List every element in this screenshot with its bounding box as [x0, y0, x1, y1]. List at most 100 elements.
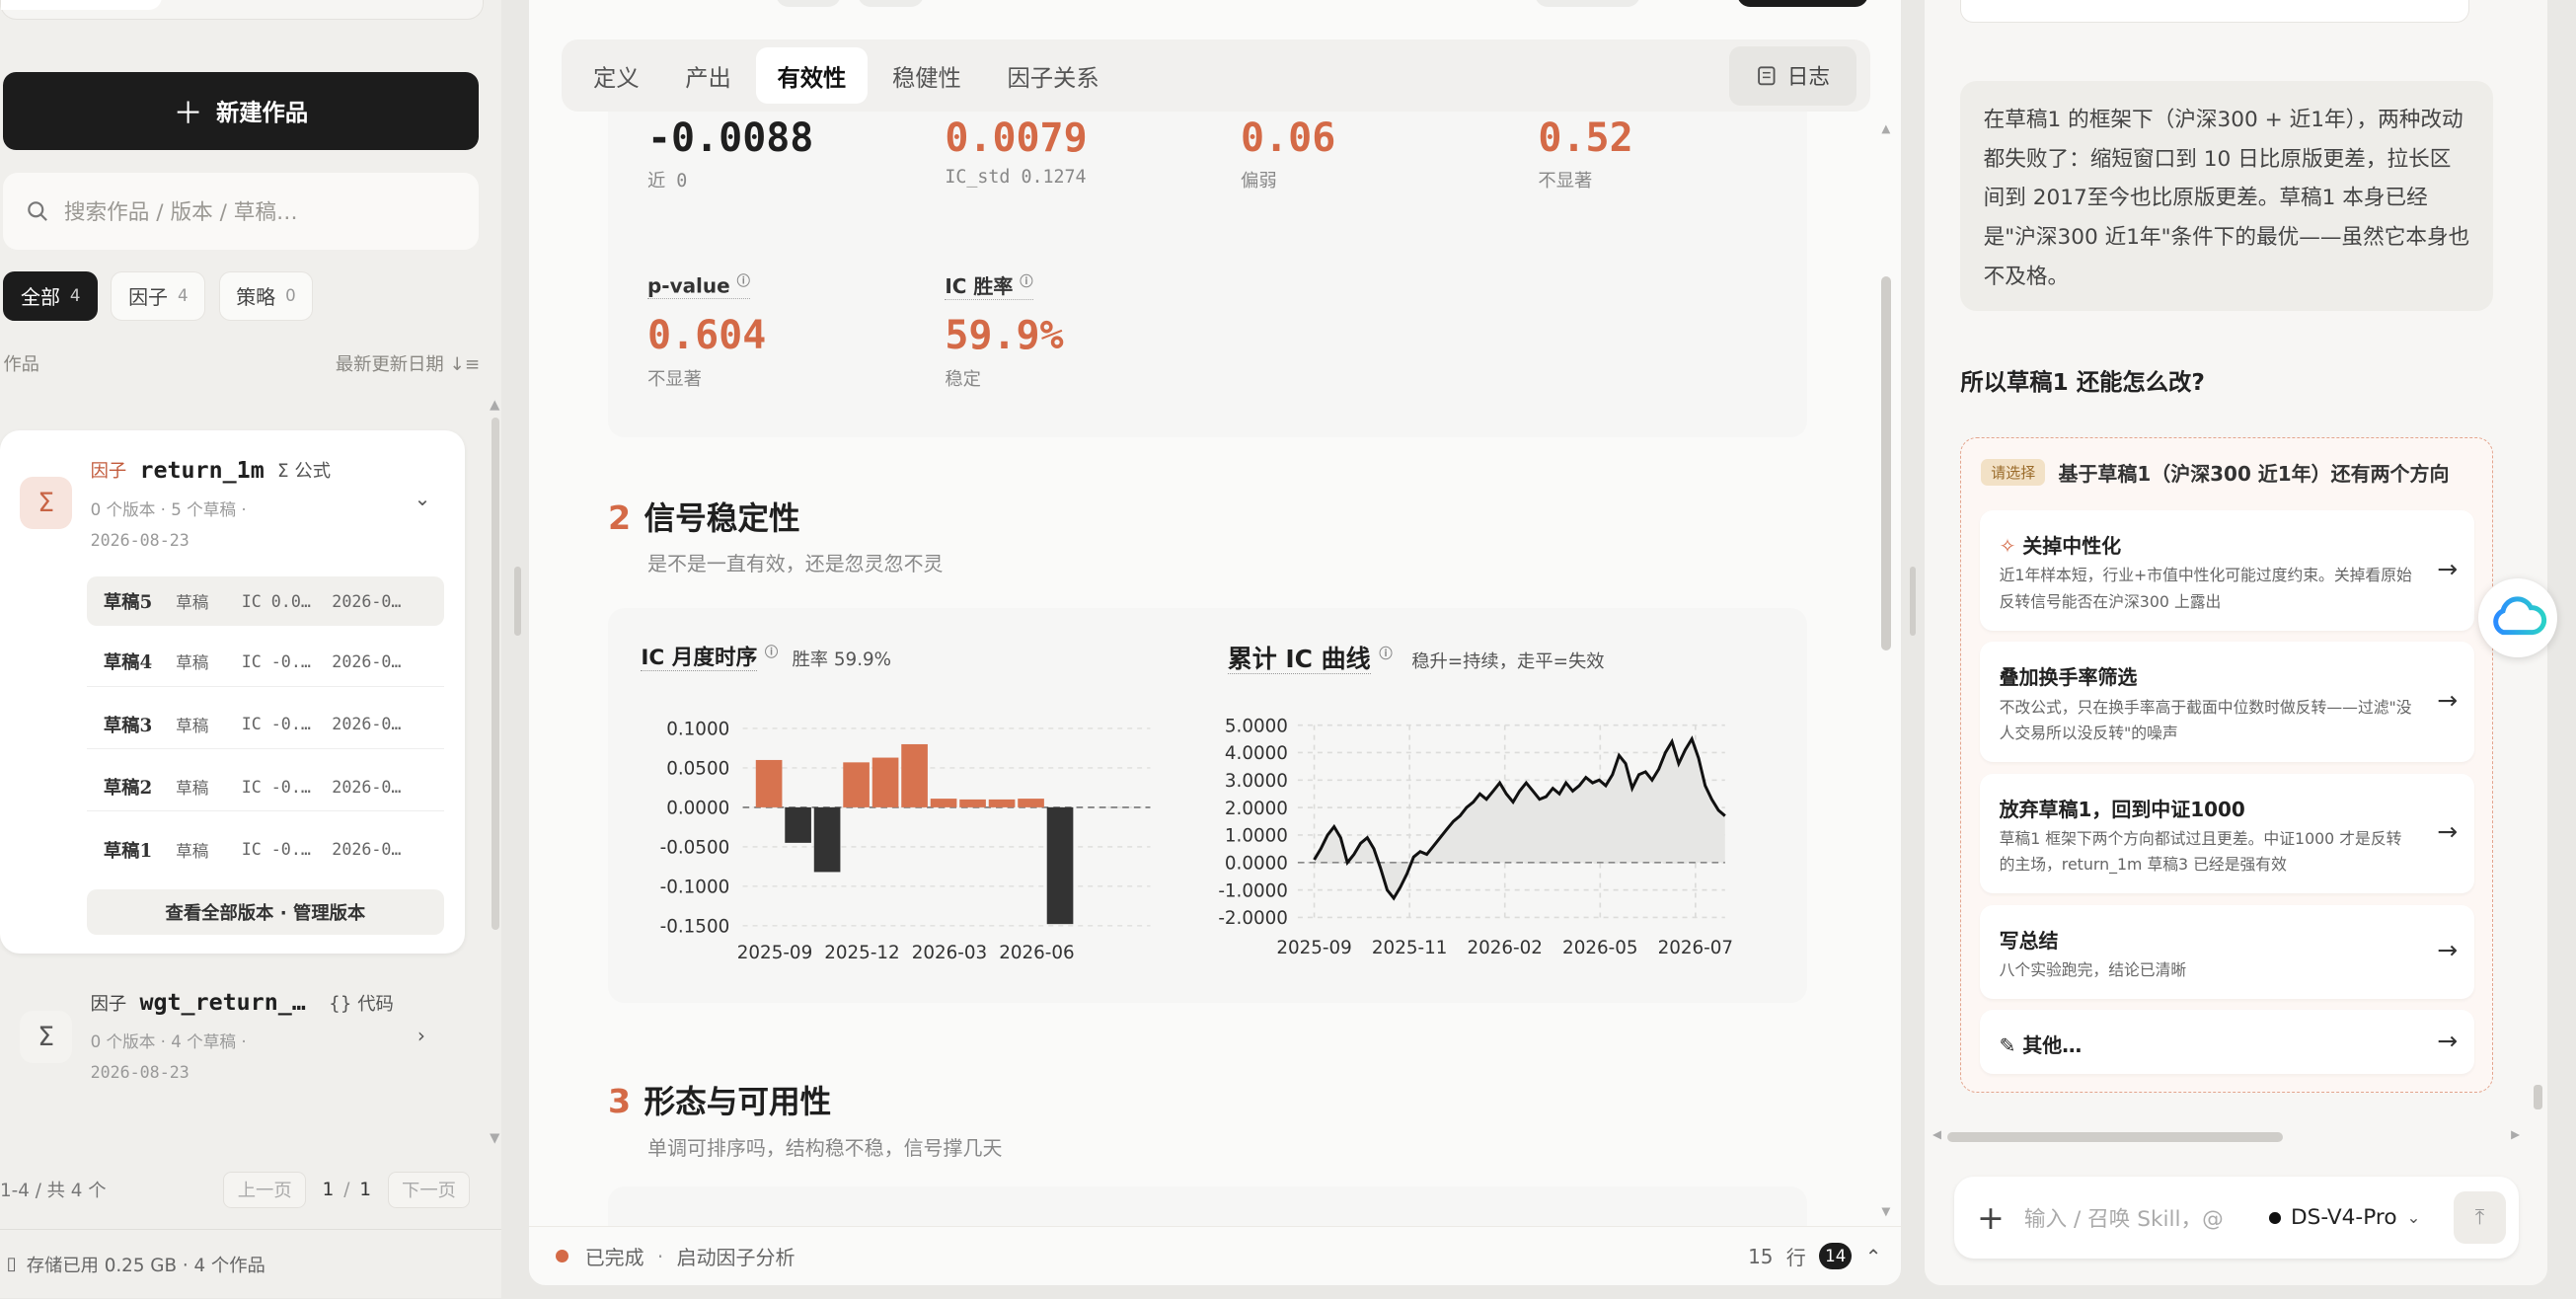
option-back-to-csi1000[interactable]: 放弃草稿1，回到中证1000 草稿1 框架下两个方向都试过且更差。中证1000 … [1979, 773, 2474, 894]
main-scrollbar[interactable] [1881, 275, 1892, 651]
ic-bar [785, 806, 811, 843]
draft-row[interactable]: 草稿3 草稿 IC -0.… 2026-0… [87, 700, 444, 750]
draft-row[interactable]: 草稿2 草稿 IC -0.… 2026-0… [87, 763, 444, 812]
ic-bar [1018, 798, 1044, 807]
send-icon: ⤒ [2474, 1205, 2485, 1231]
metric-ic-std: 0.0079 IC_std 0.1274 [945, 115, 1088, 189]
assistant-hscrollbar[interactable] [1947, 1132, 2283, 1143]
type-badge: {} 代码 [329, 993, 394, 1015]
chart2-title: 累计 IC 曲线 ⓘ [1227, 644, 1393, 674]
scroll-down-icon[interactable]: ▼ [1881, 1204, 1890, 1218]
draft-row[interactable]: 草稿5 草稿 IC 0.0… 2026-0… [87, 576, 444, 627]
scroll-left-icon[interactable]: ◀ [1932, 1127, 1941, 1141]
x-tick-label: 2025-09 [737, 943, 812, 963]
tab-robustness[interactable]: 稳健性 [871, 47, 982, 104]
filter-strategy[interactable]: 策略 0 [218, 270, 314, 321]
sigma-icon: Σ [19, 1010, 73, 1064]
sort-control[interactable]: 最新更新日期 ↓≡ [336, 350, 480, 376]
sidebar-top-tab[interactable] [0, 0, 484, 20]
work-meta: 0 个版本 · 4 个草稿 · [90, 1032, 247, 1052]
y-tick-label: -0.1500 [660, 916, 730, 937]
chat-input-placeholder: 输入 / 召唤 Skill，@ [2023, 1207, 2224, 1233]
charts-card: IC 月度时序 ⓘ 胜率 59.9% 累计 IC 曲线 ⓘ 稳升=持续，走平=失… [608, 608, 1808, 1003]
ic-monthly-bar-chart: 0.1000 0.0500 0.0000 -0.0500 -0.1000 -0.1500 2… [660, 719, 1151, 963]
right-resize-handle[interactable] [1909, 567, 1917, 637]
chevron-right-icon[interactable]: › [417, 1024, 425, 1047]
notification-badge[interactable]: 14 [1819, 1243, 1853, 1269]
metrics-grid: -0.0088 近 0 0.0079 IC_std 0.1274 0.06 偏弱 0.… [608, 115, 1807, 436]
log-button[interactable]: 日志 [1728, 45, 1857, 106]
x-tick-label: 2025-09 [1277, 938, 1352, 958]
ic-bar [959, 799, 986, 807]
formula-icon: Σ [277, 461, 289, 483]
cumulative-ic-chart: 5.0000 4.0000 3.0000 2.0000 1.0000 0.0000 -1.0… [1219, 716, 1733, 958]
scroll-up-icon[interactable]: ▲ [1881, 121, 1890, 135]
option-disable-neutralization[interactable]: ✧ 关掉中性化 近1年样本短，行业+市值中性化可能过度约束。关掉看原始反转信号能… [1979, 510, 2474, 631]
plus-icon: ＋ [173, 97, 203, 132]
search-input[interactable]: 搜索作品 / 版本 / 草稿… [3, 172, 479, 251]
tab-effectiveness[interactable]: 有效性 [755, 47, 868, 104]
prev-page-button[interactable]: 上一页 [223, 1172, 306, 1208]
assistant-scrollbar[interactable] [2534, 1084, 2542, 1109]
metric-ic-mean: -0.0088 近 0 [646, 115, 814, 192]
info-icon: ⓘ [1379, 647, 1393, 662]
top-stub[interactable] [775, 0, 842, 7]
option-turnover-filter[interactable]: 叠加换手率筛选 不改公式，只在换手率高于截面中位数时做反转——过滤"没人交易所以… [1979, 642, 2474, 762]
model-selector[interactable]: DS-V4-Pro ⌄ [2259, 1177, 2431, 1260]
ic-bar [813, 806, 841, 873]
ic-bar [930, 798, 957, 807]
choice-heading: 基于草稿1（沪深300 近1年）还有两个方向 [2058, 461, 2450, 486]
y-tick-label: 0.1000 [666, 719, 729, 739]
x-tick-label: 2026-06 [999, 943, 1074, 963]
scroll-up-icon[interactable]: ▲ [490, 398, 499, 413]
plus-icon[interactable]: + [1977, 1198, 2005, 1237]
arrow-right-icon: → [2437, 936, 2459, 965]
left-resize-handle[interactable] [514, 567, 521, 637]
y-tick-label: -0.0500 [660, 837, 730, 858]
info-icon: ⓘ [764, 646, 779, 661]
info-icon: ⓘ [736, 274, 750, 290]
filter-factor[interactable]: 因子 4 [111, 270, 206, 321]
option-other[interactable]: ✎ 其他… → [1979, 1010, 2474, 1075]
tab-output[interactable]: 产出 [664, 47, 753, 104]
view-all-versions-button[interactable]: 查看全部版本 · 管理版本 [87, 888, 444, 936]
sidebar-scrollbar[interactable] [491, 417, 500, 931]
ic-bar [871, 757, 899, 807]
tab-definition[interactable]: 定义 [571, 47, 660, 104]
metric-icir: 0.06 偏弱 [1241, 115, 1336, 192]
top-stub[interactable] [858, 0, 924, 7]
top-stub[interactable] [1736, 0, 1869, 7]
search-icon [27, 201, 47, 221]
tab-factor-relations[interactable]: 因子关系 [986, 47, 1120, 104]
work-name: return_1m [139, 456, 265, 484]
send-button[interactable]: ⤒ [2453, 1191, 2507, 1245]
draft-row[interactable]: 草稿4 草稿 IC -0.… 2026-0… [87, 638, 444, 687]
scroll-right-icon[interactable]: ▶ [2511, 1127, 2520, 1141]
pager-range: 1-4 / 共 4 个 [0, 1181, 107, 1202]
work-kind: 因子 [90, 993, 127, 1015]
chart2-note: 稳升=持续，走平=失效 [1411, 651, 1605, 672]
cloud-icon[interactable] [2477, 578, 2557, 657]
y-tick-label: 4.0000 [1225, 743, 1288, 764]
work-date: 2026-08-23 [90, 530, 189, 550]
tab-bar: 定义 产出 有效性 稳健性 因子关系 日志 [562, 38, 1870, 113]
next-page-button[interactable]: 下一页 [387, 1172, 471, 1208]
work-meta: 0 个版本 · 5 个草稿 · [90, 499, 247, 519]
chevron-up-icon[interactable]: ⌃ [1865, 1245, 1882, 1268]
status-label: 已完成 [584, 1246, 644, 1270]
chart1-title: IC 月度时序 ⓘ [641, 646, 779, 672]
x-tick-label: 2026-03 [912, 943, 987, 963]
new-work-button[interactable]: ＋新建作品 [3, 72, 479, 150]
ic-bar [843, 761, 870, 807]
assistant-panel: 在草稿1 的框架下（沪深300 + 近1年），两种改动都失败了：缩短窗口到 10… [1924, 0, 2547, 1286]
chevron-down-icon[interactable]: ⌄ [415, 487, 431, 510]
chat-input[interactable]: + 输入 / 召唤 Skill，@ DS-V4-Pro ⌄ ⤒ [1953, 1177, 2520, 1260]
top-stub[interactable] [1535, 0, 1640, 7]
option-write-summary[interactable]: 写总结 八个实验跑完，结论已清晰 → [1979, 904, 2474, 999]
filter-all[interactable]: 全部 4 [3, 270, 99, 321]
chevron-down-icon: ⌄ [2406, 1208, 2421, 1228]
scroll-down-icon[interactable]: ▼ [490, 1131, 499, 1146]
draft-row[interactable]: 草稿1 草稿 IC -0.… 2026-0… [87, 825, 443, 875]
work-card-return-1m[interactable]: Σ 因子 return_1m Σ 公式 0 个版本 · 5 个草稿 · 2026… [0, 430, 466, 954]
assistant-message: 在草稿1 的框架下（沪深300 + 近1年），两种改动都失败了：缩短窗口到 10… [1960, 80, 2493, 311]
